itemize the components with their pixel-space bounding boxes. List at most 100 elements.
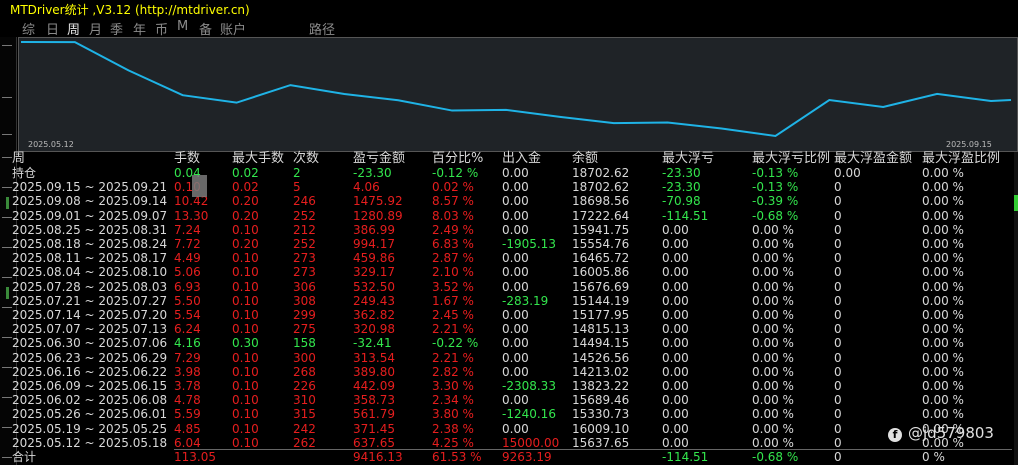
cell-max-float-profit: 0.00: [834, 166, 861, 180]
tab-month[interactable]: 月: [89, 19, 102, 38]
cell-lots: 13.30: [174, 208, 209, 223]
cell-max-lots: 0.20: [232, 237, 259, 251]
cell-lots: 7.29: [174, 350, 201, 365]
chart-start-date: 2025.05.12: [28, 140, 74, 149]
cell-balance: 18698.56: [572, 194, 630, 209]
cell-max-float-profit-pct: 0.00 %: [922, 350, 964, 365]
cell-lots: 3.78: [174, 379, 201, 393]
cell-max-float-profit: 0: [834, 208, 842, 223]
cell-max-float-profit: 0: [834, 194, 842, 209]
cell-trade-count: 2: [293, 166, 301, 180]
cell-week-range: 2025.06.30 ~ 2025.07.06: [12, 336, 168, 351]
cell-max-drawdown: -70.98: [662, 194, 701, 209]
cell-max-drawdown: 0.00: [662, 293, 689, 308]
cell-deposit-withdrawal: 0.00: [502, 421, 529, 436]
cell-max-drawdown: 0.00: [662, 265, 689, 280]
chart-end-date: 2025.09.15: [946, 140, 992, 149]
total-max-drawdown: -114.51: [662, 450, 709, 464]
cell-trade-count: 246: [293, 194, 316, 209]
cell-profit-loss: 532.50: [353, 279, 395, 294]
tab-currency[interactable]: 币: [155, 19, 168, 38]
cell-max-float-profit-pct: 0.00 %: [922, 265, 964, 280]
cell-balance: 14815.13: [572, 322, 630, 337]
table-row: 2025.05.12 ~ 2025.05.18 6.04 0.10 262 637.65…: [12, 436, 1012, 450]
tab-path[interactable]: 路径: [309, 19, 335, 38]
cell-percent: 2.34 %: [432, 393, 474, 408]
cell-max-float-profit: 0: [834, 279, 842, 294]
cell-max-float-profit: 0: [834, 407, 842, 422]
cell-week-range: 2025.09.15 ~ 2025.09.21: [12, 180, 168, 195]
cell-max-lots: 0.02: [232, 166, 259, 180]
header-pct: 百分比%: [432, 151, 484, 166]
tab-overview[interactable]: 综: [22, 19, 35, 38]
total-percent: 61.53 %: [432, 450, 482, 464]
cell-week-range: 2025.08.11 ~ 2025.08.17: [12, 251, 168, 266]
balance-line: [20, 41, 1012, 138]
table-row: 2025.08.25 ~ 2025.08.31 7.24 0.10 212 386.99…: [12, 223, 1012, 237]
cell-max-lots: 0.10: [232, 222, 259, 237]
cell-max-lots: 0.10: [232, 421, 259, 436]
header-flow: 出入金: [502, 151, 542, 166]
cell-week-range: 2025.08.04 ~ 2025.08.10: [12, 265, 168, 280]
cell-week-range: 2025.07.28 ~ 2025.08.03: [12, 279, 168, 294]
cell-lots: 6.04: [174, 435, 201, 450]
cell-balance: 13823.22: [572, 379, 630, 393]
cell-profit-loss: 320.98: [353, 322, 395, 337]
cell-trade-count: 212: [293, 222, 316, 237]
header-max-fe-pct: 最大浮盈比例: [922, 151, 1001, 166]
cell-balance: 14494.15: [572, 336, 630, 351]
cell-deposit-withdrawal: 0.00: [502, 336, 529, 351]
cell-max-float-profit-pct: 0.00 %: [922, 222, 964, 237]
cell-percent: 2.45 %: [432, 308, 474, 322]
tab-day[interactable]: 日: [46, 19, 59, 38]
cell-max-drawdown-pct: 0.00 %: [752, 237, 794, 251]
cell-balance: 15554.76: [572, 237, 630, 251]
cell-percent: 2.21 %: [432, 350, 474, 365]
tab-year[interactable]: 年: [133, 19, 146, 38]
cell-trade-count: 268: [293, 364, 316, 379]
cell-max-float-profit-pct: 0.00 %: [922, 322, 964, 337]
tab-quarter[interactable]: 季: [110, 19, 123, 38]
table-row: 2025.07.07 ~ 2025.07.13 6.24 0.10 275 320.98…: [12, 322, 1012, 336]
cell-max-lots: 0.10: [232, 364, 259, 379]
total-max-float-profit: 0: [834, 450, 842, 464]
cell-profit-loss: -23.30: [353, 166, 392, 180]
cell-trade-count: 273: [293, 265, 316, 280]
cell-max-float-profit-pct: 0.00 %: [922, 208, 964, 223]
tab-account[interactable]: 账户: [220, 19, 246, 38]
table-row: 2025.06.02 ~ 2025.06.08 4.78 0.10 310 358.73…: [12, 393, 1012, 407]
cell-percent: 8.57 %: [432, 194, 474, 209]
cell-max-drawdown-pct: -0.68 %: [752, 208, 799, 223]
cell-balance: 16465.72: [572, 251, 630, 266]
cell-lots: 5.54: [174, 308, 201, 322]
cell-max-lots: 0.10: [232, 322, 259, 337]
cell-percent: 3.80 %: [432, 407, 474, 422]
cell-percent: 2.21 %: [432, 322, 474, 337]
tab-week[interactable]: 周: [67, 19, 80, 38]
cell-lots: 4.85: [174, 421, 201, 436]
cell-week-range: 2025.05.19 ~ 2025.05.25: [12, 421, 168, 436]
cell-deposit-withdrawal: 0.00: [502, 251, 529, 266]
cell-max-drawdown: 0.00: [662, 435, 689, 450]
watermark: f @jd579803: [888, 424, 994, 442]
cell-max-float-profit: 0: [834, 421, 842, 436]
cell-max-float-profit: 0: [834, 251, 842, 266]
cell-lots: 4.16: [174, 336, 201, 351]
tab-notes[interactable]: 备: [199, 19, 212, 38]
cell-max-lots: 0.20: [232, 208, 259, 223]
cell-percent: -0.12 %: [432, 166, 479, 180]
cell-profit-loss: 371.45: [353, 421, 395, 436]
cell-max-lots: 0.10: [232, 393, 259, 408]
cell-max-drawdown-pct: 0.00 %: [752, 336, 794, 351]
cell-profit-loss: 358.73: [353, 393, 395, 408]
cell-balance: 14526.56: [572, 350, 630, 365]
cell-max-float-profit: 0: [834, 379, 842, 393]
cell-max-drawdown-pct: 0.00 %: [752, 379, 794, 393]
cell-deposit-withdrawal: -283.19: [502, 293, 549, 308]
cell-balance: 15941.75: [572, 222, 630, 237]
cell-percent: 2.87 %: [432, 251, 474, 266]
tab-m[interactable]: M: [177, 19, 188, 34]
total-lots: 113.05: [174, 450, 216, 464]
cell-max-drawdown-pct: -0.13 %: [752, 180, 799, 195]
cell-max-drawdown-pct: -0.13 %: [752, 166, 799, 180]
